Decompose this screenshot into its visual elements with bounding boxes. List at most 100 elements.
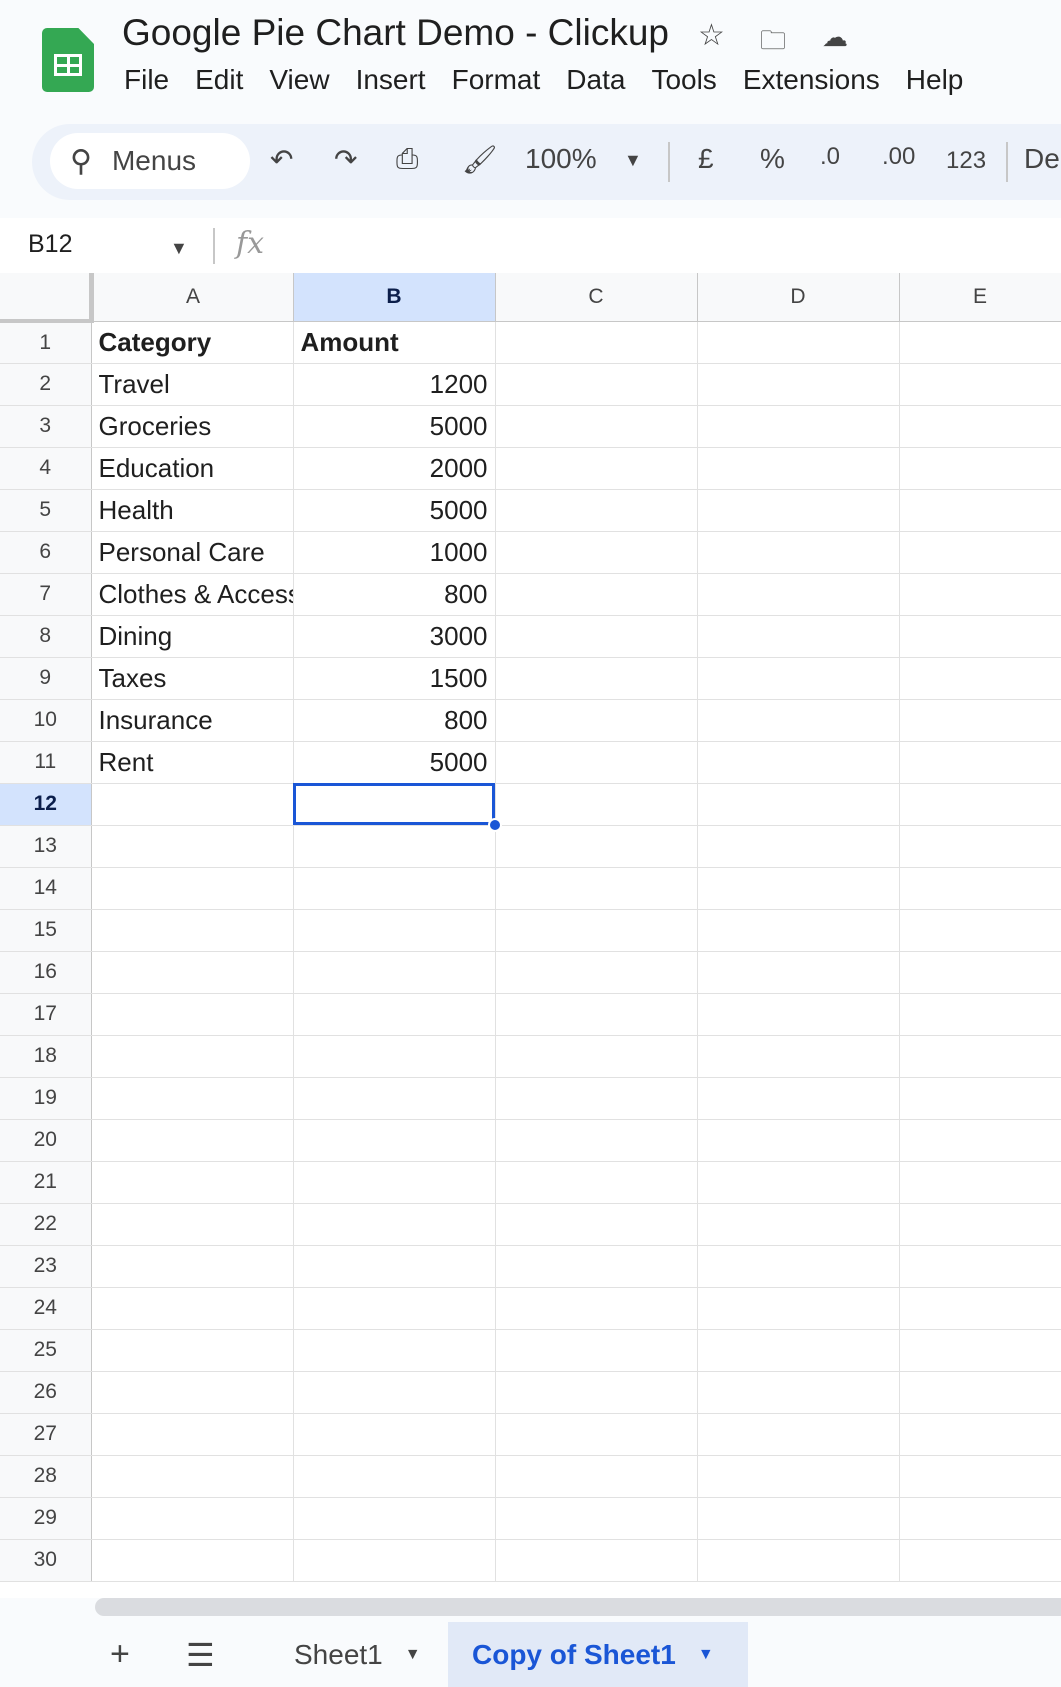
cell[interactable] [697, 1245, 900, 1288]
cell[interactable] [899, 1497, 1061, 1540]
cell[interactable] [899, 825, 1061, 868]
cell[interactable] [495, 741, 698, 784]
row-header[interactable]: 3 [0, 405, 92, 448]
menu-file[interactable]: File [124, 64, 169, 96]
cell[interactable] [697, 1287, 900, 1330]
cell[interactable] [293, 951, 496, 994]
row-header[interactable]: 6 [0, 531, 92, 574]
cell[interactable] [293, 1455, 496, 1498]
currency-button[interactable]: £ [698, 143, 714, 175]
cell[interactable] [697, 447, 900, 490]
cell[interactable] [293, 1161, 496, 1204]
cell[interactable] [697, 867, 900, 910]
row-header[interactable]: 15 [0, 909, 92, 952]
cell[interactable] [91, 783, 294, 826]
select-all-corner[interactable] [0, 273, 94, 323]
cell[interactable] [293, 1203, 496, 1246]
cell[interactable]: 5000 [293, 489, 496, 532]
cell[interactable]: 5000 [293, 405, 496, 448]
chevron-down-icon[interactable]: ▼ [170, 238, 188, 259]
row-header[interactable]: 17 [0, 993, 92, 1036]
cell[interactable]: Health [91, 489, 294, 532]
cell[interactable] [697, 321, 900, 364]
cell[interactable] [293, 1497, 496, 1540]
cell[interactable] [899, 405, 1061, 448]
sheet-tab-sheet1[interactable]: Sheet1 ▼ [294, 1622, 421, 1687]
cell[interactable] [899, 447, 1061, 490]
cell[interactable] [495, 1161, 698, 1204]
cell[interactable] [495, 1371, 698, 1414]
cell[interactable] [495, 615, 698, 658]
cell[interactable]: Education [91, 447, 294, 490]
spreadsheet-grid[interactable]: A B C D E 1 Category Amount 2 Travel 1200 3 Grocerie… [0, 273, 1061, 1598]
menu-edit[interactable]: Edit [195, 64, 243, 96]
name-box[interactable]: B12 [28, 230, 72, 259]
cell[interactable] [495, 405, 698, 448]
cell[interactable] [293, 993, 496, 1036]
cell[interactable] [495, 1497, 698, 1540]
cell[interactable] [91, 1287, 294, 1330]
cell[interactable]: Amount [293, 321, 496, 364]
cell[interactable] [697, 531, 900, 574]
cell[interactable] [697, 909, 900, 952]
cell[interactable] [899, 363, 1061, 406]
font-select[interactable]: De [1024, 143, 1060, 175]
cell[interactable] [91, 867, 294, 910]
cell[interactable] [697, 951, 900, 994]
row-header[interactable]: 29 [0, 1497, 92, 1540]
cell[interactable] [293, 909, 496, 952]
cell[interactable] [91, 1077, 294, 1120]
cell[interactable] [293, 1035, 496, 1078]
cell[interactable]: Dining [91, 615, 294, 658]
row-header[interactable]: 8 [0, 615, 92, 658]
cell[interactable]: Taxes [91, 657, 294, 700]
cell[interactable] [495, 363, 698, 406]
cell[interactable] [899, 1077, 1061, 1120]
cell[interactable] [697, 363, 900, 406]
cell[interactable] [899, 321, 1061, 364]
cell[interactable] [91, 825, 294, 868]
sheet-tab-copy-of-sheet1[interactable]: Copy of Sheet1 ▼ [448, 1622, 748, 1687]
cell[interactable] [697, 1413, 900, 1456]
menu-view[interactable]: View [269, 64, 329, 96]
cell[interactable] [697, 699, 900, 742]
move-folder-icon[interactable]: 🗀 [760, 22, 786, 66]
cell[interactable] [91, 1371, 294, 1414]
cell[interactable] [899, 1119, 1061, 1162]
cell[interactable] [495, 1077, 698, 1120]
cell[interactable] [495, 321, 698, 364]
row-header[interactable]: 26 [0, 1371, 92, 1414]
cell[interactable]: 2000 [293, 447, 496, 490]
cell[interactable]: Groceries [91, 405, 294, 448]
cell[interactable] [697, 825, 900, 868]
cell[interactable] [697, 783, 900, 826]
cell[interactable] [495, 1539, 698, 1582]
horizontal-scrollbar[interactable] [95, 1598, 1061, 1616]
cell[interactable]: Personal Care [91, 531, 294, 574]
cell[interactable] [91, 1329, 294, 1372]
cell[interactable] [697, 1497, 900, 1540]
document-title[interactable]: Google Pie Chart Demo - Clickup [122, 12, 669, 54]
cell[interactable] [697, 615, 900, 658]
row-header[interactable]: 10 [0, 699, 92, 742]
cell[interactable] [495, 447, 698, 490]
menu-extensions[interactable]: Extensions [743, 64, 880, 96]
cell[interactable] [495, 699, 698, 742]
cell[interactable] [293, 1287, 496, 1330]
cell[interactable]: 800 [293, 573, 496, 616]
cell[interactable]: 1200 [293, 363, 496, 406]
row-header[interactable]: 28 [0, 1455, 92, 1498]
row-header[interactable]: 2 [0, 363, 92, 406]
cell[interactable] [91, 909, 294, 952]
chevron-down-icon[interactable]: ▼ [405, 1646, 421, 1664]
cell[interactable] [697, 573, 900, 616]
cell[interactable]: Insurance [91, 699, 294, 742]
cell[interactable] [899, 741, 1061, 784]
cell[interactable] [697, 1161, 900, 1204]
cell[interactable] [293, 1371, 496, 1414]
cell[interactable] [293, 1077, 496, 1120]
cell[interactable] [495, 1245, 698, 1288]
cell[interactable]: 800 [293, 699, 496, 742]
row-header[interactable]: 30 [0, 1539, 92, 1582]
cell[interactable] [697, 489, 900, 532]
